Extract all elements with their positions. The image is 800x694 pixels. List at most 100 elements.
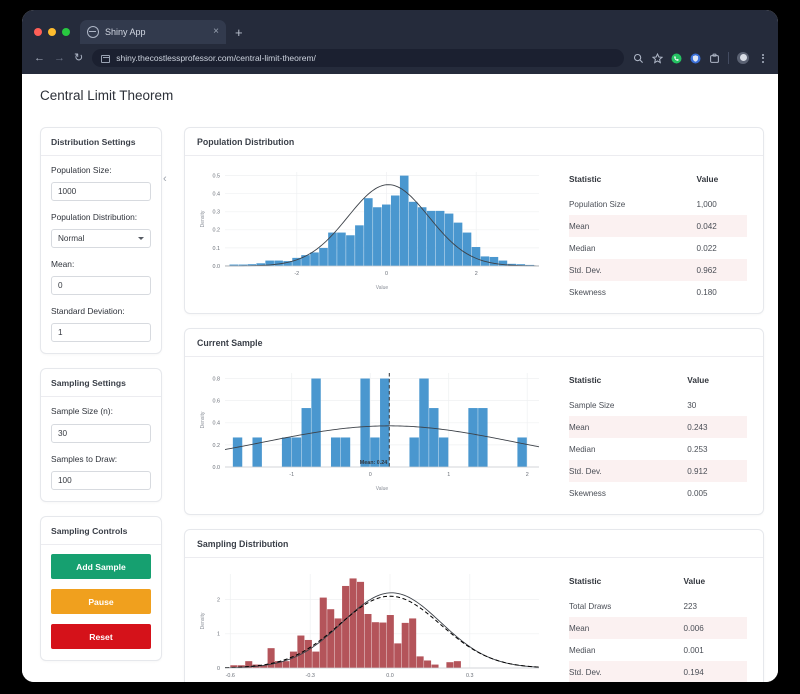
browser-window: Shiny App × + ← → ↻ shiny.thecostlesspro… [22, 10, 778, 682]
stat-name: Median [569, 444, 596, 454]
table-row: Median 0.253 [569, 438, 747, 460]
histogram-bar [232, 437, 243, 467]
table-row: Median 0.001 [569, 639, 747, 661]
histogram-bar [431, 664, 439, 668]
stat-value: 30 [687, 400, 697, 410]
app-page: Central Limit Theorem ‹ Distribution Set… [22, 74, 778, 682]
population-size-input[interactable] [51, 182, 151, 202]
stat-value: 0.006 [635, 617, 747, 639]
panel-body: 012-0.6-0.30.00.3Sample MeanDensity Stat… [185, 558, 763, 682]
samples-to-draw-input[interactable] [51, 471, 151, 491]
card-body: Sample Size (n): Samples to Draw: [41, 397, 161, 501]
back-button[interactable]: ← [34, 52, 45, 64]
stat-name: Population Size [569, 199, 626, 209]
histogram-bar [429, 408, 439, 467]
chart-svg: 012-0.6-0.30.00.3Sample MeanDensity [195, 566, 551, 682]
kebab-menu-icon[interactable] [757, 53, 768, 64]
stats-col-value: Value [696, 174, 719, 184]
stat-name: Skewness [569, 488, 606, 498]
sample-size-input[interactable] [51, 423, 151, 443]
maximize-window-button[interactable] [62, 28, 70, 36]
stat-name: Total Draws [569, 601, 612, 611]
standard-deviation-input[interactable] [51, 323, 151, 343]
histogram-bar [373, 207, 382, 266]
table-row: Sample Size 30 [569, 394, 747, 416]
stat-value: 0.001 [683, 645, 704, 655]
histogram-bar [409, 437, 419, 467]
whatsapp-icon[interactable] [671, 53, 682, 64]
site-info-icon[interactable] [101, 54, 111, 63]
close-window-button[interactable] [34, 28, 42, 36]
histogram-bar [346, 235, 355, 266]
extensions-icon[interactable] [709, 53, 720, 64]
stats-header-row: Statistic Value [569, 375, 747, 394]
y-tick-label: 0.6 [213, 399, 221, 405]
stat-value: 0.022 [696, 243, 717, 253]
stat-value: 223 [683, 601, 697, 611]
x-tick-label: 0.3 [466, 673, 474, 679]
y-tick-label: 0.8 [213, 376, 221, 382]
panel-body: 0.0 0.1 0.2 0.3 0.4 0.5 -2 0 2 Value Density Stati… [185, 156, 763, 313]
reset-button[interactable]: Reset [51, 624, 151, 650]
chevron-down-icon [138, 236, 144, 240]
panel-title: Population Distribution [185, 128, 763, 156]
histogram-bar [349, 578, 357, 668]
histogram-bar [355, 225, 364, 266]
bookmark-star-icon[interactable] [652, 52, 663, 64]
histogram-bar [446, 662, 454, 668]
histogram-bar [517, 437, 527, 467]
histogram-bar [364, 198, 373, 266]
stat-name: Std. Dev. [569, 259, 649, 281]
sidebar-collapse-toggle[interactable]: ‹ [163, 173, 167, 185]
histogram-bar [453, 661, 461, 668]
field-label: Standard Deviation: [51, 306, 125, 317]
close-tab-icon[interactable]: × [213, 27, 219, 37]
histogram-bar [380, 378, 390, 467]
card-body: Population Size: Population Distribution… [41, 156, 161, 353]
histogram-bar [462, 232, 472, 266]
mean-input[interactable] [51, 276, 151, 296]
stats-body: Population Size 1,000 Mean 0.042 Median 0.022… [569, 193, 747, 303]
histogram-bar [252, 437, 262, 467]
search-icon[interactable] [633, 53, 644, 64]
histogram-bar [424, 660, 432, 668]
mean-annotation: Mean: 0.24 [360, 460, 388, 466]
minimize-window-button[interactable] [48, 28, 56, 36]
histogram-bar [330, 437, 341, 467]
pause-button[interactable]: Pause [51, 589, 151, 615]
table-row: Mean 0.042 [569, 215, 747, 237]
stat-name: Std. Dev. [569, 661, 636, 682]
card-title: Sampling Settings [41, 369, 161, 398]
stat-value: 0.253 [687, 444, 708, 454]
histogram-bar [342, 585, 350, 668]
stats-body: Total Draws 223 Mean 0.006 Median 0.001 Std. D… [569, 595, 747, 682]
window-controls[interactable] [32, 28, 80, 44]
browser-tab[interactable]: Shiny App × [80, 20, 226, 44]
sidebar: Distribution Settings Population Size: P… [40, 113, 162, 682]
stat-value: 1,000 [696, 199, 717, 209]
histogram-bar [417, 207, 427, 266]
table-row: Skewness 0.005 [569, 482, 747, 504]
x-tick-label: 1 [447, 472, 450, 478]
panel-title: Sampling Distribution [185, 530, 763, 558]
shield-icon[interactable] [690, 53, 701, 64]
y-axis-label: Density [200, 411, 206, 428]
field-mean: Mean: [51, 259, 151, 296]
reload-button[interactable]: ↻ [74, 52, 83, 64]
histogram-bar [416, 656, 424, 668]
histogram-bar [409, 618, 417, 668]
address-bar[interactable]: shiny.thecostlessprofessor.com/central-l… [92, 49, 624, 67]
histogram-bar [489, 256, 499, 266]
panel-body: Mean: 0.24 0.0 0.2 0.4 0.6 0.8 -1 0 1 2 Value Densi… [185, 357, 763, 514]
forward-button[interactable]: → [54, 52, 65, 64]
add-sample-button[interactable]: Add Sample [51, 554, 151, 580]
stats-table: Statistic Value Total Draws 223 Mean 0.006 M… [569, 576, 747, 682]
globe-icon [87, 26, 99, 38]
y-tick-label: 0.0 [213, 264, 221, 270]
new-tab-button[interactable]: + [235, 26, 243, 39]
population-distribution-select[interactable]: Normal [51, 228, 151, 248]
profile-avatar[interactable] [737, 52, 749, 64]
stat-value: 0.962 [648, 259, 747, 281]
y-tick-label: 1 [217, 632, 220, 638]
stat-name: Mean [569, 416, 640, 438]
